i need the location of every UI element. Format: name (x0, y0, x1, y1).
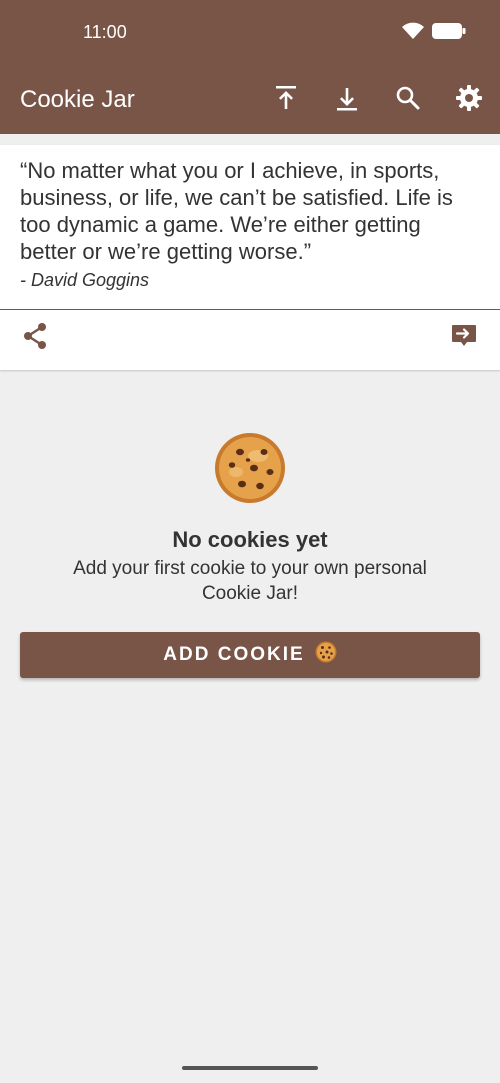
cookie-icon (214, 432, 286, 509)
home-indicator[interactable] (182, 1066, 318, 1070)
add-cookie-button[interactable]: ADD COOKIE (20, 632, 480, 678)
quote-text: “No matter what you or I achieve, in spo… (20, 158, 453, 264)
quote-card: “No matter what you or I achieve, in spo… (0, 145, 500, 370)
status-time: 11:00 (83, 22, 127, 42)
share-button[interactable] (18, 321, 52, 355)
upload-icon (274, 84, 298, 117)
quote-author: - David Goggins (20, 270, 150, 290)
download-button[interactable] (327, 80, 367, 120)
empty-title: No cookies yet (172, 527, 328, 552)
search-icon (395, 85, 421, 116)
quote-divider (0, 309, 500, 310)
search-button[interactable] (388, 80, 428, 120)
wifi-icon (402, 22, 424, 45)
empty-description: Add your first cookie to your own person… (73, 558, 427, 604)
download-icon (335, 84, 359, 117)
status-bar: 11:00 (0, 0, 500, 66)
cookie-icon (315, 641, 337, 669)
forward-comment-button[interactable] (447, 321, 481, 355)
forward-comment-icon (450, 322, 478, 355)
gear-icon (455, 84, 483, 117)
app-bar: Cookie Jar (0, 66, 500, 134)
app-title: Cookie Jar (20, 86, 135, 113)
add-cookie-label: ADD COOKIE (163, 644, 305, 665)
share-icon (22, 322, 48, 355)
upload-button[interactable] (266, 80, 306, 120)
battery-icon (432, 22, 466, 45)
settings-button[interactable] (449, 80, 489, 120)
status-icons (402, 22, 466, 45)
